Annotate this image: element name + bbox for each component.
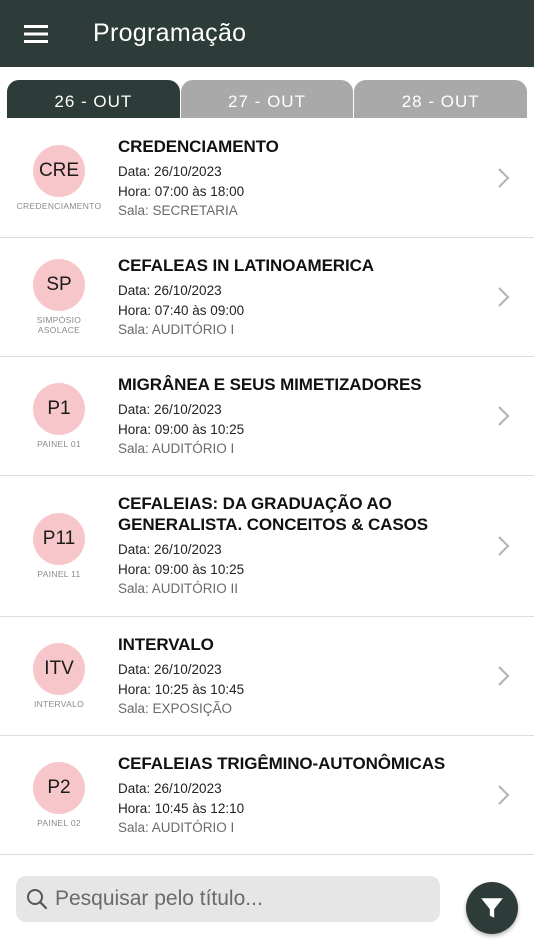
session-list: CRE CREDENCIAMENTO CREDENCIAMENTO Data: … [0, 119, 534, 855]
menu-icon [24, 24, 48, 43]
search-input[interactable]: Pesquisar pelo título... [16, 876, 440, 922]
tab-28-out[interactable]: 28 - OUT [354, 80, 528, 118]
session-content: CEFALEIAS: DA GRADUAÇÃO AO GENERALISTA. … [118, 476, 474, 616]
badge-subtitle: SIMPÓSIO ASOLACE [36, 315, 82, 335]
session-item-trigemino[interactable]: P2 PAINEL 02 CEFALEIAS TRIGÊMINO-AUTONÔM… [0, 736, 534, 855]
session-room: Sala: EXPOSIÇÃO [118, 701, 233, 716]
app-bar: Programação [0, 0, 534, 67]
session-badge: P1 PAINEL 01 [0, 357, 118, 475]
badge-subtitle: PAINEL 02 [37, 818, 81, 828]
badge-circle: SP [33, 259, 85, 311]
session-badge: SP SIMPÓSIO ASOLACE [0, 238, 118, 356]
session-time: Hora: 07:40 às 09:00 [118, 302, 245, 318]
session-content: CREDENCIAMENTO Data: 26/10/2023 Hora: 07… [118, 119, 474, 237]
badge-circle: CRE [33, 145, 85, 197]
session-badge: CRE CREDENCIAMENTO [0, 119, 118, 237]
session-date: Data: 26/10/2023 [118, 164, 222, 179]
session-date: Data: 26/10/2023 [118, 542, 222, 557]
chevron-right-icon [474, 617, 534, 735]
chevron-right-icon [474, 736, 534, 854]
session-content: INTERVALO Data: 26/10/2023 Hora: 10:25 à… [118, 617, 474, 735]
session-room: Sala: AUDITÓRIO I [118, 322, 235, 337]
session-content: CEFALEAS IN LATINOAMERICA Data: 26/10/20… [118, 238, 474, 356]
page-title: Programação [93, 19, 247, 47]
tab-27-out[interactable]: 27 - OUT [180, 80, 354, 118]
session-title: CREDENCIAMENTO [118, 137, 279, 156]
session-room: Sala: AUDITÓRIO I [118, 441, 235, 456]
session-item-migranea[interactable]: P1 PAINEL 01 MIGRÂNEA E SEUS MIMETIZADOR… [0, 357, 534, 476]
session-item-credenciamento[interactable]: CRE CREDENCIAMENTO CREDENCIAMENTO Data: … [0, 119, 534, 238]
session-title: CEFALEIAS: DA GRADUAÇÃO AO GENERALISTA. … [118, 494, 428, 534]
chevron-right-icon [474, 476, 534, 616]
session-title: CEFALEAS IN LATINOAMERICA [118, 256, 374, 275]
badge-circle: P11 [33, 513, 85, 565]
session-time: Hora: 07:00 às 18:00 [118, 183, 245, 199]
search-icon [27, 889, 48, 910]
session-content: MIGRÂNEA E SEUS MIMETIZADORES Data: 26/1… [118, 357, 474, 475]
session-title: CEFALEIAS TRIGÊMINO-AUTONÔMICAS [118, 754, 446, 773]
filter-button[interactable] [466, 882, 518, 934]
session-item-intervalo[interactable]: ITV INTERVALO INTERVALO Data: 26/10/2023… [0, 617, 534, 736]
chevron-right-icon [474, 238, 534, 356]
session-badge: P11 PAINEL 11 [0, 476, 118, 616]
session-room: Sala: AUDITÓRIO II [118, 581, 239, 596]
badge-subtitle: PAINEL 01 [37, 439, 81, 449]
badge-subtitle: PAINEL 11 [37, 569, 81, 579]
badge-circle: P2 [33, 762, 85, 814]
bottom-bar: Pesquisar pelo título... [0, 862, 534, 950]
session-badge: ITV INTERVALO [0, 617, 118, 735]
filter-icon [481, 898, 503, 918]
session-time: Hora: 10:45 às 12:10 [118, 800, 245, 816]
session-title: INTERVALO [118, 635, 214, 654]
session-room: Sala: SECRETARIA [118, 203, 238, 218]
session-badge: P2 PAINEL 02 [0, 736, 118, 854]
badge-circle: P1 [33, 383, 85, 435]
session-room: Sala: AUDITÓRIO I [118, 820, 235, 835]
badge-subtitle: INTERVALO [33, 699, 85, 709]
tab-26-out[interactable]: 26 - OUT [7, 80, 180, 118]
chevron-right-icon [474, 357, 534, 475]
session-content: CEFALEIAS TRIGÊMINO-AUTONÔMICAS Data: 26… [118, 736, 474, 854]
chevron-right-icon [474, 119, 534, 237]
session-date: Data: 26/10/2023 [118, 402, 222, 417]
session-date: Data: 26/10/2023 [118, 662, 222, 677]
badge-circle: ITV [33, 643, 85, 695]
search-placeholder: Pesquisar pelo título... [55, 887, 263, 910]
menu-button[interactable] [0, 0, 72, 67]
session-time: Hora: 09:00 às 10:25 [118, 561, 245, 577]
date-tabs: 26 - OUT 27 - OUT 28 - OUT [7, 80, 528, 118]
session-date: Data: 26/10/2023 [118, 781, 222, 796]
session-item-cefaleias-graduacao[interactable]: P11 PAINEL 11 CEFALEIAS: DA GRADUAÇÃO AO… [0, 476, 534, 617]
session-time: Hora: 10:25 às 10:45 [118, 681, 245, 697]
session-date: Data: 26/10/2023 [118, 283, 222, 298]
session-item-cefaleas-latinoamerica[interactable]: SP SIMPÓSIO ASOLACE CEFALEAS IN LATINOAM… [0, 238, 534, 357]
session-time: Hora: 09:00 às 10:25 [118, 421, 245, 437]
session-title: MIGRÂNEA E SEUS MIMETIZADORES [118, 375, 422, 394]
badge-subtitle: CREDENCIAMENTO [16, 201, 102, 211]
